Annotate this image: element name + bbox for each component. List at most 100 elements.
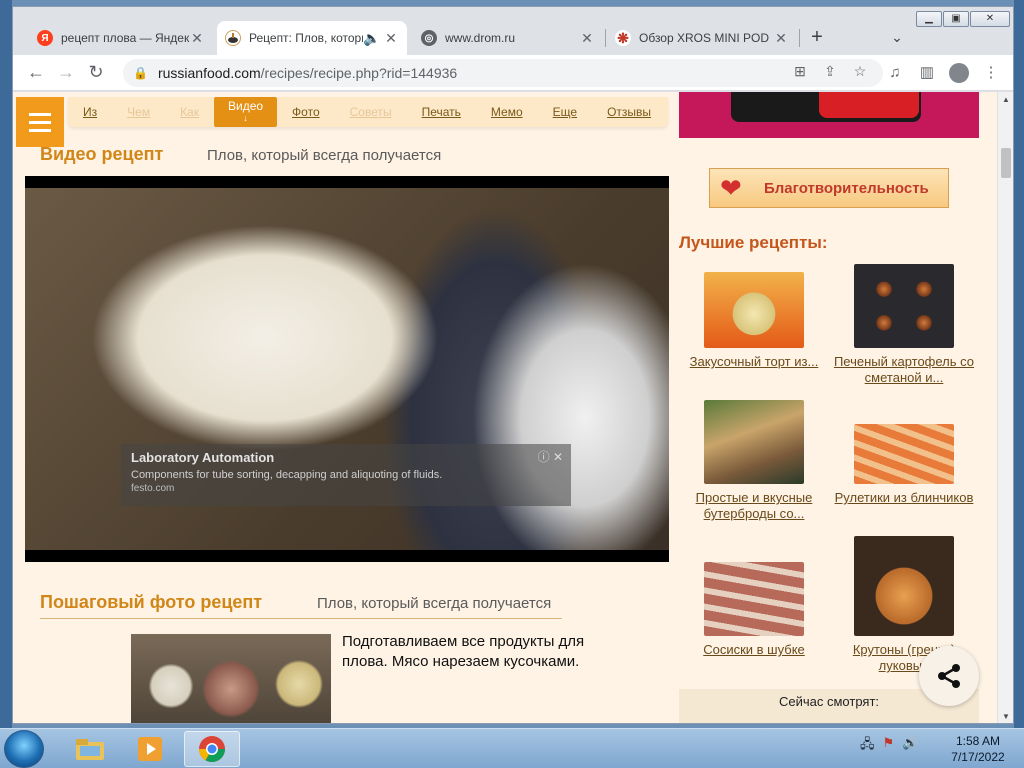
tab-drom[interactable]: ◎ www.drom.ru ✕	[413, 21, 603, 55]
ad-source: festo.com	[131, 483, 175, 494]
network-icon[interactable]: 🖧	[860, 735, 875, 757]
window-controls: ▁ ▣ ✕	[915, 11, 1010, 27]
video-section-title: Видео рецепт	[40, 144, 164, 164]
toolbar-right: ♫ ▥ ⋮	[879, 59, 1007, 87]
reload-icon[interactable]: ↻	[81, 58, 111, 88]
tab-search-icon[interactable]: ⌄	[885, 25, 909, 49]
video-player[interactable]: Laboratory Automation Components for tub…	[25, 176, 669, 562]
scrollbar-thumb[interactable]	[1001, 148, 1011, 178]
taskbar: 🖧 ⚑ 🔊 1:58 AM 7/17/2022	[0, 728, 1024, 768]
nav-item-memo[interactable]: Мемо	[476, 105, 538, 119]
forward-icon[interactable]: →	[51, 58, 81, 88]
recipe-link[interactable]: Простые и вкусные бутерброды со...	[679, 490, 829, 522]
translate-icon[interactable]: ⊞	[785, 63, 815, 80]
charity-label: Благотворительность	[764, 179, 929, 197]
clock-time: 1:58 AM	[955, 734, 1001, 748]
scroll-up-icon[interactable]: ▲	[998, 92, 1013, 108]
explorer-icon[interactable]	[62, 731, 118, 767]
menu-icon[interactable]: ⋮	[975, 59, 1007, 87]
charity-button[interactable]: ❤ Благотворительность	[709, 168, 949, 208]
desktop-right-edge	[1014, 0, 1024, 728]
video-section-subtitle: Плов, который всегда получается	[207, 147, 442, 164]
share-page-icon[interactable]: ⇪	[815, 63, 845, 80]
recipe-link[interactable]: Закусочный торт из...	[679, 354, 829, 370]
heart-hands-icon: ❤	[720, 173, 742, 203]
tab-separator	[605, 29, 606, 47]
photo-section-subtitle: Плов, который всегда получается	[317, 595, 552, 612]
recipe-link[interactable]: Сосиски в шубке	[679, 642, 829, 658]
minimize-icon[interactable]: ▁	[916, 11, 942, 27]
desktop-left-edge	[0, 0, 12, 728]
url-path: /recipes/recipe.php?rid=144936	[260, 65, 458, 81]
address-bar[interactable]: 🔒 russianfood.com/recipes/recipe.php?rid…	[123, 59, 883, 87]
recipe-thumbnail[interactable]	[704, 272, 804, 348]
site-nav: Из Чем Как Видео ↓ Фото Советы Печать Мем…	[68, 97, 668, 127]
recipe-card[interactable]: Печеный картофель со сметаной и...	[829, 264, 979, 386]
back-icon[interactable]: ←	[21, 58, 51, 88]
bookmark-star-icon[interactable]: ☆	[845, 63, 875, 80]
tab-strip: Я рецепт плова — Яндекс ✕ Рецепт: Плов, …	[13, 7, 1013, 55]
volume-icon[interactable]: 🔊	[902, 735, 918, 757]
clock-date: 7/17/2022	[951, 750, 1005, 764]
recipe-thumbnail[interactable]	[854, 424, 954, 484]
close-tab-icon[interactable]: ✕	[383, 30, 399, 47]
system-tray: 🖧 ⚑ 🔊	[860, 735, 918, 757]
close-tab-icon[interactable]: ✕	[579, 30, 595, 47]
recipe-thumbnail[interactable]	[854, 264, 954, 348]
start-button[interactable]	[4, 730, 44, 768]
ad-description: Components for tube sorting, decapping a…	[131, 469, 443, 481]
nav-item-chem[interactable]: Чем	[112, 105, 165, 119]
recipe-thumbnail[interactable]	[854, 536, 954, 636]
recipe-thumbnail[interactable]	[704, 562, 804, 636]
nav-item-video[interactable]: Видео ↓	[213, 97, 278, 127]
side-panel-icon[interactable]: ▥	[911, 59, 943, 87]
tab-separator	[799, 29, 800, 47]
recipe-link[interactable]: Рулетики из блинчиков	[829, 490, 979, 506]
browser-toolbar: ← → ↻ 🔒 russianfood.com/recipes/recipe.p…	[13, 55, 1013, 91]
close-tab-icon[interactable]: ✕	[189, 30, 205, 47]
nav-item-esche[interactable]: Еще	[538, 105, 592, 119]
video-ad-overlay[interactable]: Laboratory Automation Components for tub…	[121, 444, 571, 506]
nav-item-pechat[interactable]: Печать	[407, 105, 476, 119]
nav-item-otzyvy[interactable]: Отзывы	[592, 105, 666, 119]
step-text: Подготавливаем все продукты для плова. М…	[342, 633, 585, 670]
tab-xros[interactable]: ❋ Обзор XROS MINI POD ✕	[607, 21, 797, 55]
nav-item-kak[interactable]: Как	[165, 105, 214, 119]
recipe-link[interactable]: Печеный картофель со сметаной и...	[829, 354, 979, 386]
ad-banner[interactable]	[679, 92, 979, 138]
tab-title: Обзор XROS MINI POD	[639, 31, 770, 45]
media-player-icon[interactable]	[122, 731, 178, 767]
vertical-scrollbar[interactable]: ▲ ▼	[997, 92, 1013, 723]
clock[interactable]: 1:58 AM 7/17/2022	[948, 733, 1008, 765]
audio-icon[interactable]: 🔈	[363, 30, 380, 47]
recipe-card[interactable]: Рулетики из блинчиков	[829, 424, 979, 506]
ad-title: Laboratory Automation	[131, 450, 275, 465]
maximize-icon[interactable]: ▣	[943, 11, 969, 27]
hamburger-menu-icon[interactable]	[16, 97, 64, 147]
lock-icon[interactable]: 🔒	[133, 66, 148, 80]
step-photo[interactable]	[131, 634, 331, 723]
chrome-icon[interactable]	[184, 731, 240, 767]
browser-window: Я рецепт плова — Яндекс ✕ Рецепт: Плов, …	[12, 6, 1014, 724]
nav-item-iz[interactable]: Из	[68, 105, 112, 119]
media-control-icon[interactable]: ♫	[879, 59, 911, 87]
profile-icon[interactable]	[943, 59, 975, 87]
scroll-down-icon[interactable]: ▼	[998, 709, 1013, 723]
recipe-card[interactable]: Закусочный торт из...	[679, 272, 829, 370]
recipe-thumbnail[interactable]	[704, 400, 804, 484]
tab-yandex[interactable]: Я рецепт плова — Яндекс ✕	[29, 21, 213, 55]
recipe-card[interactable]: Сосиски в шубке	[679, 562, 829, 658]
best-recipes-title: Лучшие рецепты:	[679, 233, 828, 252]
url-host: russianfood.com	[157, 65, 261, 81]
nav-item-foto[interactable]: Фото	[277, 105, 335, 119]
ad-close-icon[interactable]: ⓘ ✕	[538, 448, 563, 465]
tab-title: www.drom.ru	[445, 31, 516, 45]
tab-recipe[interactable]: Рецепт: Плов, который всегда получается …	[217, 21, 407, 55]
share-button[interactable]	[919, 646, 979, 706]
new-tab-button[interactable]: +	[805, 25, 829, 49]
close-tab-icon[interactable]: ✕	[773, 30, 789, 47]
nav-item-sovety[interactable]: Советы	[335, 105, 407, 119]
close-window-icon[interactable]: ✕	[970, 11, 1010, 27]
recipe-card[interactable]: Простые и вкусные бутерброды со...	[679, 400, 829, 522]
flag-icon[interactable]: ⚑	[883, 735, 895, 757]
